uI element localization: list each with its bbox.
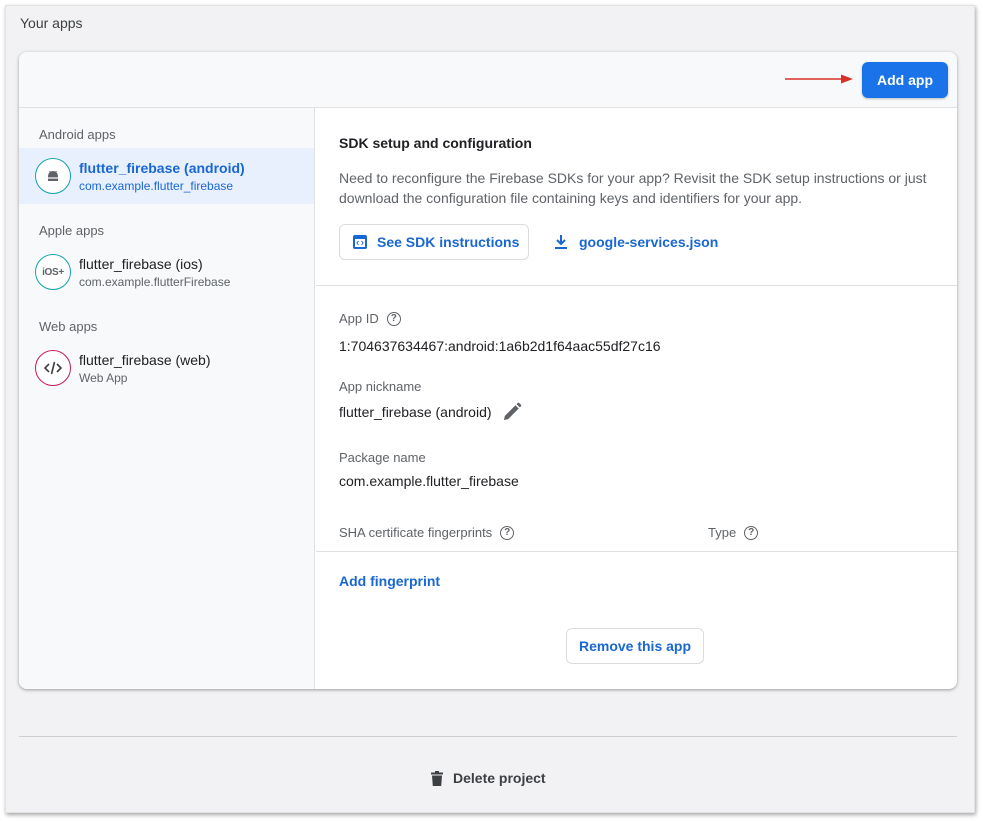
app-name: flutter_firebase (web) [79,352,211,368]
sha-fingerprints-label: SHA certificate fingerprints ? [339,525,515,540]
divider [316,285,957,286]
see-sdk-instructions-button[interactable]: See SDK instructions [339,224,529,260]
edit-pencil-icon[interactable] [502,402,522,422]
help-icon[interactable]: ? [386,311,401,326]
app-name: flutter_firebase (android) [79,160,245,176]
divider [316,551,957,552]
delete-project-label: Delete project [453,770,546,786]
apps-sidebar: Android apps flutter_firebase (android) … [19,108,315,689]
code-window-icon [353,235,367,249]
app-item-android[interactable]: flutter_firebase (android) com.example.f… [19,148,314,204]
app-name: flutter_firebase (ios) [79,256,203,272]
app-id-label: App ID ? [339,311,401,326]
sdk-description: Need to reconfigure the Firebase SDKs fo… [339,170,927,206]
add-app-button[interactable]: Add app [862,62,948,98]
sdk-instructions-label: See SDK instructions [377,234,520,250]
app-nickname-value: flutter_firebase (android) [339,404,492,420]
divider [19,736,957,737]
red-arrow-annotation [785,74,853,84]
group-label-web: Web apps [39,319,98,334]
type-label: Type ? [708,525,759,540]
add-fingerprint-link[interactable]: Add fingerprint [339,573,440,589]
package-name-value: com.example.flutter_firebase [339,473,519,489]
section-title: Your apps [20,15,83,31]
delete-project-button[interactable]: Delete project [431,770,546,786]
code-icon [35,350,71,386]
app-nickname-row: flutter_firebase (android) [339,402,522,422]
remove-app-button[interactable]: Remove this app [566,628,704,664]
app-details: SDK setup and configuration Need to reco… [316,108,957,689]
android-icon [35,158,71,194]
card-header: Add app [19,52,957,108]
sdk-title: SDK setup and configuration [339,135,532,151]
apps-card: Add app Android apps flutter_firebase (a… [19,52,957,689]
help-icon[interactable]: ? [500,525,515,540]
project-settings-panel: Your apps Add app Android apps flutter_f… [5,5,975,813]
ios-icon: iOS+ [35,254,71,290]
app-package: com.example.flutter_firebase [79,179,234,193]
group-label-apple: Apple apps [39,223,105,238]
help-icon[interactable]: ? [744,525,759,540]
download-icon [555,235,567,249]
app-nickname-label: App nickname [339,379,422,394]
app-id-value: 1:704637634467:android:1a6b2d1f64aac55df… [339,338,661,354]
app-item-web[interactable]: flutter_firebase (web) Web App [19,340,314,396]
app-package: com.example.flutterFirebase [79,275,231,289]
group-label-android: Android apps [39,127,116,142]
app-type: Web App [79,371,128,385]
download-config-link[interactable]: google-services.json [555,224,718,260]
app-item-ios[interactable]: iOS+ flutter_firebase (ios) com.example.… [19,244,314,300]
download-config-label: google-services.json [579,234,719,250]
package-name-label: Package name [339,450,426,465]
trash-icon [431,770,443,786]
